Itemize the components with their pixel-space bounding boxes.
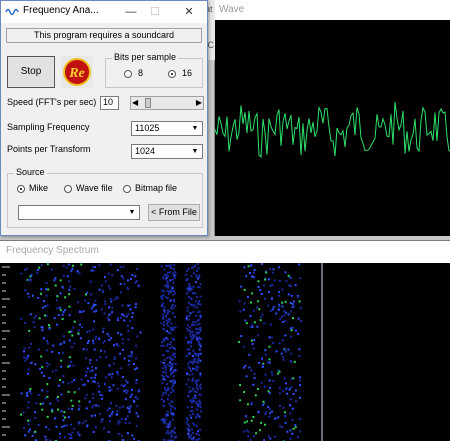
source-wave-file-radio[interactable] bbox=[64, 185, 72, 193]
chevron-down-icon[interactable]: ▼ bbox=[188, 146, 201, 157]
chevron-down-icon[interactable]: ▼ bbox=[188, 123, 201, 134]
stop-button[interactable]: Stop bbox=[7, 56, 55, 88]
soundcard-notice: This program requires a soundcard bbox=[6, 28, 202, 43]
points-per-transform-label: Points per Transform bbox=[7, 144, 91, 154]
source-mike-label: Mike bbox=[29, 183, 48, 193]
source-title: Source bbox=[14, 167, 47, 177]
from-file-button[interactable]: < From File bbox=[148, 204, 200, 221]
bits-per-sample-group: Bits per sample 8 16 bbox=[105, 58, 203, 88]
close-icon[interactable]: ✕ bbox=[177, 3, 201, 21]
points-per-transform-select[interactable]: 1024 ▼ bbox=[131, 144, 203, 159]
sampling-frequency-select[interactable]: 11025 ▼ bbox=[131, 121, 203, 136]
bits-8-label: 8 bbox=[138, 68, 143, 78]
scroll-left-icon[interactable]: ◀ bbox=[132, 98, 138, 107]
spectrum-window-title: Frequency Spectrum bbox=[0, 241, 450, 263]
source-mike-radio[interactable] bbox=[17, 185, 25, 193]
spectrum-window: Frequency Spectrum bbox=[0, 240, 450, 441]
chevron-down-icon[interactable]: ▼ bbox=[125, 207, 138, 218]
maximize-icon[interactable]: ☐ bbox=[143, 3, 167, 21]
speed-label: Speed (FFT's per sec) bbox=[7, 97, 96, 107]
bits-16-radio[interactable] bbox=[168, 70, 176, 78]
bits-8-radio[interactable] bbox=[124, 70, 132, 78]
source-wave-file-label: Wave file bbox=[76, 183, 113, 193]
wave-app-icon bbox=[5, 6, 19, 18]
svg-text:Re: Re bbox=[68, 66, 85, 81]
logo-icon[interactable]: Re bbox=[61, 56, 93, 88]
wave-display bbox=[215, 20, 450, 236]
speed-scrollbar[interactable]: ◀ ▶ bbox=[130, 96, 204, 110]
window-title: Frequency Ana... bbox=[23, 5, 99, 16]
background-window-edge: at [C bbox=[207, 0, 215, 60]
wave-window-title: Wave bbox=[215, 0, 450, 20]
speed-value: 10 bbox=[100, 96, 119, 110]
bits-16-label: 16 bbox=[182, 68, 192, 78]
minimize-icon[interactable]: — bbox=[119, 3, 143, 21]
source-bitmap-file-radio[interactable] bbox=[123, 185, 131, 193]
speed-scroll-thumb[interactable] bbox=[145, 98, 151, 108]
spectrogram-display bbox=[0, 263, 450, 441]
source-file-select[interactable]: ▼ bbox=[18, 205, 140, 220]
title-bar[interactable]: Frequency Ana... — ☐ ✕ bbox=[1, 1, 207, 23]
source-bitmap-file-label: Bitmap file bbox=[135, 183, 177, 193]
bits-per-sample-title: Bits per sample bbox=[112, 52, 178, 62]
sampling-frequency-label: Sampling Frequency bbox=[7, 122, 90, 132]
frequency-analyzer-window: Frequency Ana... — ☐ ✕ This program requ… bbox=[0, 0, 208, 236]
scroll-right-icon[interactable]: ▶ bbox=[196, 98, 202, 107]
wave-window: Wave bbox=[214, 0, 450, 236]
source-group: Source Mike Wave file Bitmap file ▼ < Fr… bbox=[7, 173, 203, 228]
